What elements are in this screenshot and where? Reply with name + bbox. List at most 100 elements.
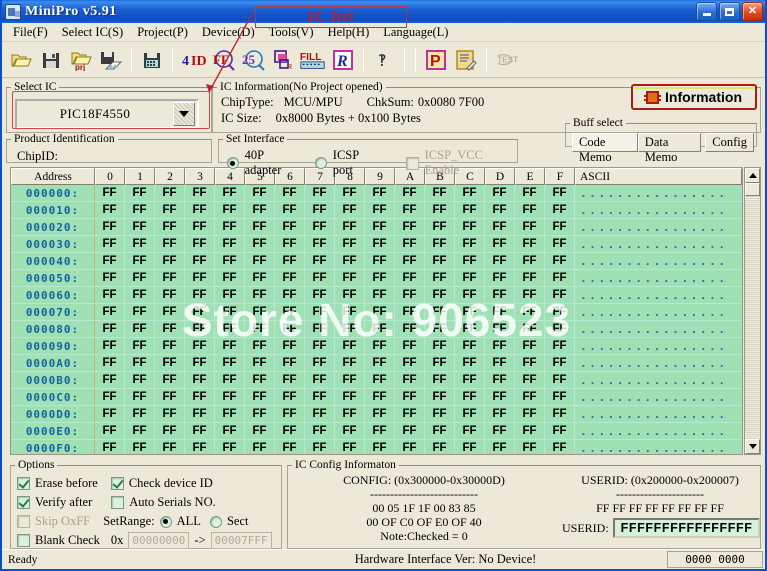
edit-icon[interactable] <box>452 46 480 74</box>
device-id-icon[interactable]: 4 ID <box>179 46 207 74</box>
save-as-icon[interactable] <box>138 46 166 74</box>
hex-ascii-cell[interactable]: ................ <box>575 304 742 321</box>
hex-byte-cell[interactable]: FF <box>125 355 155 372</box>
menu-file[interactable]: File(F) <box>8 24 57 41</box>
hex-byte-cell[interactable]: FF <box>335 440 365 454</box>
hex-byte-cell[interactable]: FF <box>335 338 365 355</box>
hex-byte-cell[interactable]: FF <box>275 338 305 355</box>
tab-code-memo[interactable]: Code Memo <box>572 133 638 164</box>
hex-byte-cell[interactable]: FF <box>275 406 305 423</box>
hex-byte-cell[interactable]: FF <box>485 219 515 236</box>
hex-byte-cell[interactable]: FF <box>215 202 245 219</box>
hex-byte-cell[interactable]: FF <box>545 287 575 304</box>
hex-byte-cell[interactable]: FF <box>335 372 365 389</box>
hex-ascii-cell[interactable]: ................ <box>575 338 742 355</box>
hex-byte-cell[interactable]: FF <box>515 202 545 219</box>
hex-byte-cell[interactable]: FF <box>305 202 335 219</box>
hex-byte-cell[interactable]: FF <box>215 372 245 389</box>
hex-byte-cell[interactable]: FF <box>545 372 575 389</box>
hex-byte-cell[interactable]: FF <box>395 372 425 389</box>
hex-byte-cell[interactable]: FF <box>155 270 185 287</box>
hex-byte-cell[interactable]: FF <box>185 304 215 321</box>
hex-byte-cell[interactable]: FF <box>395 406 425 423</box>
hex-byte-cell[interactable]: FF <box>515 304 545 321</box>
hex-byte-cell[interactable]: FF <box>455 406 485 423</box>
hex-byte-cell[interactable]: FF <box>245 304 275 321</box>
hex-ascii-cell[interactable]: ................ <box>575 440 742 454</box>
hex-byte-cell[interactable]: FF <box>275 355 305 372</box>
hex-header-col-1[interactable]: 1 <box>125 168 155 185</box>
hex-byte-cell[interactable]: FF <box>395 202 425 219</box>
hex-byte-cell[interactable]: FF <box>395 321 425 338</box>
menu-project[interactable]: Project(P) <box>132 24 197 41</box>
hex-byte-cell[interactable]: FF <box>455 321 485 338</box>
help-icon[interactable]: ‽ <box>370 46 398 74</box>
hex-byte-cell[interactable]: FF <box>425 287 455 304</box>
hex-byte-cell[interactable]: FF <box>275 219 305 236</box>
hex-byte-cell[interactable]: FF <box>365 287 395 304</box>
hex-byte-cell[interactable]: FF <box>185 219 215 236</box>
radio-range-sect[interactable] <box>209 515 222 528</box>
hex-byte-cell[interactable]: FF <box>185 423 215 440</box>
hex-byte-cell[interactable]: FF <box>215 304 245 321</box>
hex-byte-cell[interactable]: FF <box>215 185 245 202</box>
hex-byte-cell[interactable]: FF <box>335 423 365 440</box>
hex-byte-cell[interactable]: FF <box>95 219 125 236</box>
hex-byte-cell[interactable]: FF <box>185 372 215 389</box>
hex-byte-cell[interactable]: FF <box>485 304 515 321</box>
hex-byte-cell[interactable]: FF <box>245 219 275 236</box>
hex-byte-cell[interactable]: FF <box>215 355 245 372</box>
checkbox-check-device-id[interactable] <box>110 477 124 490</box>
hex-byte-cell[interactable]: FF <box>545 253 575 270</box>
hex-byte-cell[interactable]: FF <box>485 406 515 423</box>
hex-byte-cell[interactable]: FF <box>395 389 425 406</box>
hex-byte-cell[interactable]: FF <box>365 185 395 202</box>
hex-byte-cell[interactable]: FF <box>305 185 335 202</box>
hex-byte-cell[interactable]: FF <box>215 321 245 338</box>
hex-byte-cell[interactable]: FF <box>305 321 335 338</box>
hex-byte-cell[interactable]: FF <box>155 389 185 406</box>
hex-byte-cell[interactable]: FF <box>335 270 365 287</box>
hex-byte-cell[interactable]: FF <box>425 355 455 372</box>
hex-byte-cell[interactable]: FF <box>275 253 305 270</box>
tab-data-memo[interactable]: Data Memo <box>637 133 702 164</box>
hex-byte-cell[interactable]: FF <box>245 355 275 372</box>
hex-byte-cell[interactable]: FF <box>425 253 455 270</box>
hex-byte-cell[interactable]: FF <box>245 202 275 219</box>
hex-ascii-cell[interactable]: ................ <box>575 372 742 389</box>
hex-byte-cell[interactable]: FF <box>95 185 125 202</box>
hex-ascii-cell[interactable]: ................ <box>575 389 742 406</box>
hex-byte-cell[interactable]: FF <box>125 321 155 338</box>
hex-byte-cell[interactable]: FF <box>155 321 185 338</box>
hex-byte-cell[interactable]: FF <box>395 440 425 454</box>
hex-byte-cell[interactable]: FF <box>485 338 515 355</box>
copy-icon[interactable]: R <box>269 46 297 74</box>
hex-byte-cell[interactable]: FF <box>245 440 275 454</box>
hex-byte-cell[interactable]: FF <box>485 202 515 219</box>
hex-byte-cell[interactable]: FF <box>95 321 125 338</box>
hex-byte-cell[interactable]: FF <box>365 423 395 440</box>
hex-byte-cell[interactable]: FF <box>185 389 215 406</box>
hex-byte-cell[interactable]: FF <box>395 185 425 202</box>
hex-byte-cell[interactable]: FF <box>365 236 395 253</box>
save-project-icon[interactable] <box>97 46 125 74</box>
hex-byte-cell[interactable]: FF <box>305 372 335 389</box>
hex-byte-cell[interactable]: FF <box>335 202 365 219</box>
hex-byte-cell[interactable]: FF <box>485 389 515 406</box>
hex-byte-cell[interactable]: FF <box>425 389 455 406</box>
hex-byte-cell[interactable]: FF <box>305 270 335 287</box>
scroll-up-button[interactable] <box>745 168 760 183</box>
hex-byte-cell[interactable]: FF <box>215 389 245 406</box>
open-file-icon[interactable] <box>7 46 35 74</box>
hex-byte-cell[interactable]: FF <box>95 372 125 389</box>
hex-byte-cell[interactable]: FF <box>395 219 425 236</box>
hex-header-col-3[interactable]: 3 <box>185 168 215 185</box>
hex-byte-cell[interactable]: FF <box>125 202 155 219</box>
hex-byte-cell[interactable]: FF <box>275 440 305 454</box>
hex-header-col-0[interactable]: 0 <box>95 168 125 185</box>
hex-byte-cell[interactable]: FF <box>125 440 155 454</box>
hex-byte-cell[interactable]: FF <box>515 270 545 287</box>
hex-byte-cell[interactable]: FF <box>305 253 335 270</box>
hex-vertical-scrollbar[interactable] <box>744 167 761 455</box>
hex-byte-cell[interactable]: FF <box>425 423 455 440</box>
